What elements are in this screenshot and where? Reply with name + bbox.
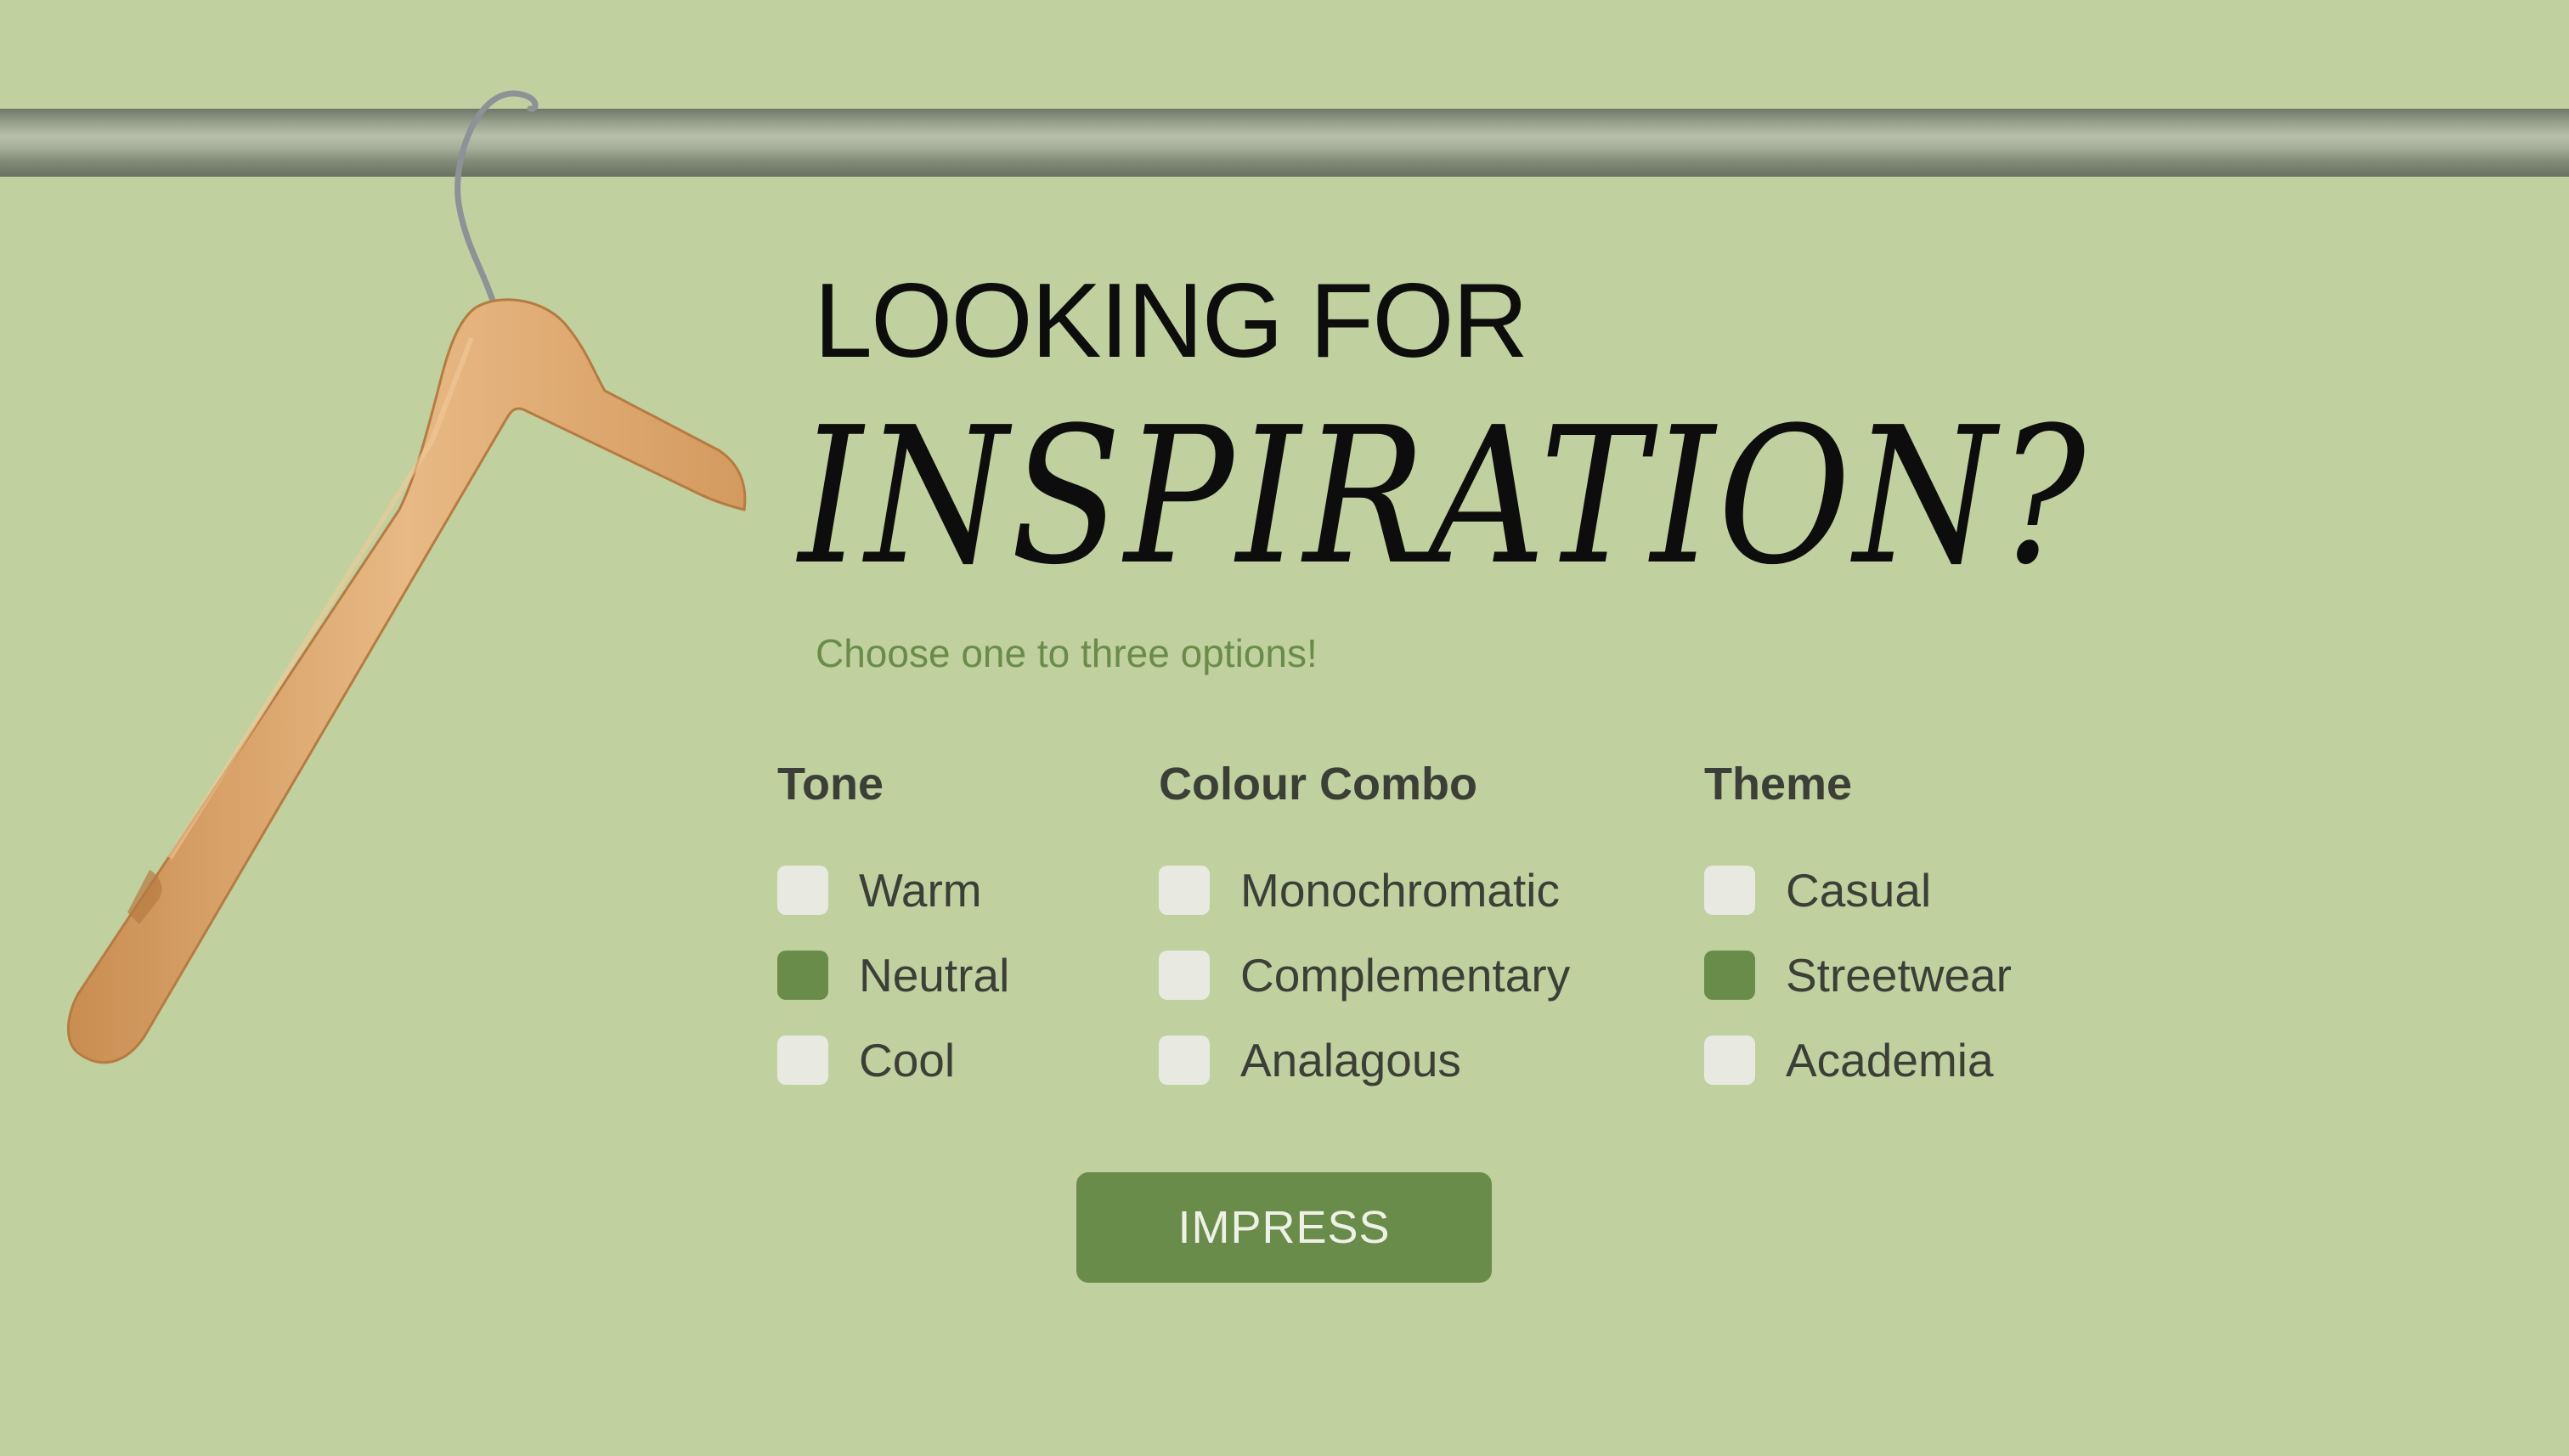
tone-group-title: Tone bbox=[777, 759, 884, 810]
heading-looking-for: LOOKING FOR bbox=[814, 262, 1528, 380]
option-label: Streetwear bbox=[1786, 949, 2012, 1002]
option-monochromatic[interactable]: Monochromatic bbox=[1159, 848, 1570, 933]
colour-combo-group-title: Colour Combo bbox=[1159, 759, 1477, 810]
checkbox[interactable] bbox=[1704, 951, 1755, 1000]
option-streetwear[interactable]: Streetwear bbox=[1704, 933, 2012, 1018]
checkbox[interactable] bbox=[777, 866, 828, 915]
option-label: Complementary bbox=[1240, 949, 1571, 1002]
checkbox[interactable] bbox=[1704, 1036, 1755, 1085]
option-label: Academia bbox=[1786, 1034, 1994, 1086]
checkbox[interactable] bbox=[1159, 951, 1210, 1000]
tone-group: Tone Warm Neutral Cool bbox=[777, 758, 1009, 1103]
option-label: Neutral bbox=[859, 949, 1010, 1002]
option-neutral[interactable]: Neutral bbox=[777, 933, 1009, 1018]
option-label: Warm bbox=[859, 864, 982, 917]
clothes-rail bbox=[0, 109, 2569, 177]
checkbox[interactable] bbox=[1159, 866, 1210, 915]
option-cool[interactable]: Cool bbox=[777, 1018, 1009, 1103]
option-label: Analagous bbox=[1240, 1034, 1461, 1086]
option-warm[interactable]: Warm bbox=[777, 848, 1009, 933]
option-label: Casual bbox=[1786, 864, 1932, 917]
option-analagous[interactable]: Analagous bbox=[1159, 1018, 1570, 1103]
checkbox[interactable] bbox=[777, 1036, 828, 1085]
checkbox[interactable] bbox=[1159, 1036, 1210, 1085]
option-label: Monochromatic bbox=[1240, 864, 1560, 917]
checkbox[interactable] bbox=[1704, 866, 1755, 915]
heading-inspiration: INSPIRATION? bbox=[799, 387, 2089, 607]
option-casual[interactable]: Casual bbox=[1704, 848, 2012, 933]
impress-button[interactable]: IMPRESS bbox=[1076, 1172, 1492, 1283]
instructions-text: Choose one to three options! bbox=[816, 631, 1318, 675]
option-label: Cool bbox=[859, 1034, 956, 1086]
colour-combo-group: Colour Combo Monochromatic Complementary… bbox=[1159, 758, 1570, 1103]
option-academia[interactable]: Academia bbox=[1704, 1018, 2012, 1103]
option-complementary[interactable]: Complementary bbox=[1159, 933, 1570, 1018]
checkbox[interactable] bbox=[777, 951, 828, 1000]
theme-group-title: Theme bbox=[1704, 759, 1853, 810]
theme-group: Theme Casual Streetwear Academia bbox=[1704, 758, 2012, 1103]
